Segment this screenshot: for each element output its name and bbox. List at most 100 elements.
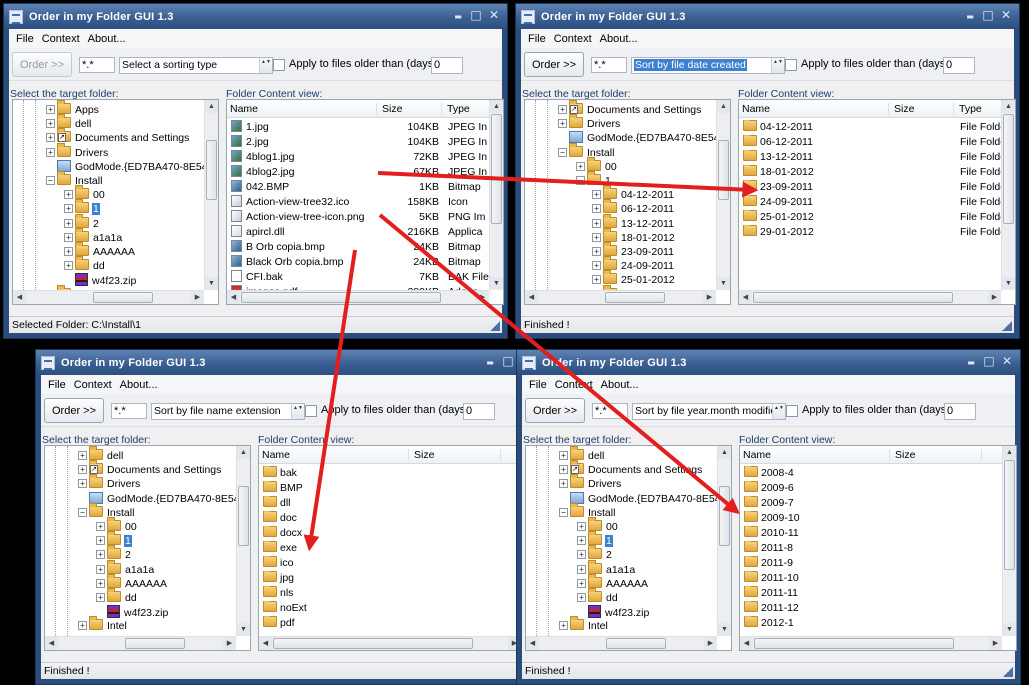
dropdown-arrow-icon[interactable]: ▲▼ (291, 404, 304, 419)
title-bar[interactable]: Order in my Folder GUI 1.3 ▬ □ ✕ (4, 4, 507, 29)
resize-grip-icon[interactable] (1002, 321, 1012, 331)
list-horizontal-scrollbar[interactable]: ◀ ▶ (739, 290, 1001, 304)
expand-icon[interactable]: + (559, 621, 568, 631)
list-item[interactable]: nls (259, 586, 535, 601)
expand-icon[interactable]: + (558, 119, 567, 129)
expand-icon[interactable]: + (559, 451, 568, 460)
expand-icon[interactable]: + (64, 261, 73, 271)
menu-file[interactable]: File (524, 33, 550, 45)
order-button[interactable]: Order >> (44, 398, 104, 423)
menu-about[interactable]: About... (116, 379, 162, 391)
tree-item[interactable]: w4f23.zip (107, 605, 169, 619)
list-vertical-scrollbar[interactable]: ▲▼ (489, 100, 503, 290)
scroll-left-arrow-icon[interactable]: ◀ (526, 637, 539, 650)
scroll-thumb[interactable] (605, 292, 665, 303)
close-icon[interactable]: ✕ (487, 8, 501, 22)
days-input[interactable]: 0 (463, 403, 495, 420)
expand-icon[interactable]: + (592, 232, 601, 242)
expand-icon[interactable]: + (46, 105, 55, 114)
folder-tree[interactable]: dell + Documents and Settings + Drivers + GodM… (525, 445, 732, 651)
list-item[interactable]: 2011-12 (740, 601, 1016, 616)
list-item[interactable]: noExt (259, 601, 535, 616)
dropdown-arrow-icon[interactable]: ▲▼ (259, 58, 272, 73)
list-horizontal-scrollbar[interactable]: ◀ ▶ (227, 290, 489, 304)
dropdown-arrow-icon[interactable]: ▲▼ (772, 404, 785, 419)
menu-about[interactable]: About... (597, 379, 643, 391)
scroll-up-arrow-icon[interactable]: ▲ (1003, 446, 1016, 459)
tree-item[interactable]: Intel (89, 616, 128, 633)
maximize-icon[interactable]: □ (982, 354, 996, 368)
list-item[interactable]: 2008-4 (740, 466, 1016, 481)
folder-content-list[interactable]: NameSizeType04-12-2011File Folder06-12-2… (738, 99, 1016, 305)
expand-icon[interactable]: + (96, 564, 105, 574)
scroll-down-arrow-icon[interactable]: ▼ (205, 277, 218, 290)
list-item[interactable]: pdf (259, 616, 535, 631)
list-item[interactable]: bak (259, 466, 535, 481)
tree-item[interactable]: GodMode.{ED7BA470-8E54 (570, 491, 722, 506)
scroll-thumb[interactable] (754, 638, 954, 649)
list-item[interactable]: 2009-6 (740, 481, 1016, 496)
list-vertical-scrollbar[interactable]: ▲▼ (1002, 446, 1016, 636)
expand-icon[interactable]: + (577, 564, 586, 574)
sort-type-select[interactable]: Sort by file year.month modified ▲▼ (632, 403, 786, 420)
menu-context[interactable]: Context (550, 33, 596, 45)
list-item[interactable]: 2011-10 (740, 571, 1016, 586)
tree-item[interactable]: dd (75, 256, 106, 273)
list-item[interactable]: 2011-9 (740, 556, 1016, 571)
collapse-icon[interactable]: − (576, 176, 585, 185)
scroll-thumb[interactable] (606, 638, 666, 649)
scroll-down-arrow-icon[interactable]: ▼ (717, 277, 730, 290)
tree-item[interactable]: Documents and Settings (570, 460, 703, 477)
expand-icon[interactable]: + (46, 147, 55, 157)
collapse-icon[interactable]: − (78, 507, 87, 517)
column-header-size[interactable]: Size (379, 103, 442, 115)
list-item[interactable]: 25-01-2012 File Folder (739, 210, 1015, 225)
column-header-size[interactable]: Size (411, 449, 501, 461)
tree-item[interactable]: Drivers (57, 142, 109, 160)
expand-icon[interactable]: + (64, 218, 73, 228)
tree-item[interactable]: 18-01-2012 (603, 227, 676, 245)
tree-item[interactable]: w4f23.zip (75, 273, 137, 287)
expand-icon[interactable]: + (592, 190, 601, 200)
tree-item[interactable]: Documents and Settings (57, 128, 190, 145)
minimize-icon[interactable]: ▬ (963, 8, 977, 22)
list-item[interactable]: 06-12-2011 File Folder (739, 135, 1015, 150)
list-item[interactable]: 2012-1 (740, 616, 1016, 631)
list-item[interactable]: Action-view-tree-icon.png 5KB PNG Im (227, 210, 503, 225)
apply-older-checkbox[interactable] (305, 405, 317, 417)
list-item[interactable]: jpg (259, 571, 535, 586)
menu-file[interactable]: File (44, 379, 70, 391)
column-header-size[interactable]: Size (891, 103, 954, 115)
column-header-name[interactable]: Name (740, 449, 890, 461)
tree-horizontal-scrollbar[interactable]: ◀ ▶ (526, 636, 717, 650)
expand-icon[interactable]: + (577, 593, 586, 602)
list-item[interactable]: 2.jpg 104KB JPEG In (227, 135, 503, 150)
folder-content-list[interactable]: Name Size Type 1.jpg 104KB JPEG In 2.jpg 104KB J… (226, 99, 504, 305)
scroll-right-arrow-icon[interactable]: ▶ (989, 637, 1002, 650)
expand-icon[interactable]: + (78, 621, 87, 631)
tree-item[interactable]: 23-09-2011 (603, 242, 675, 259)
maximize-icon[interactable]: □ (981, 8, 995, 22)
expand-icon[interactable]: + (78, 465, 87, 475)
scroll-thumb[interactable] (718, 140, 729, 200)
tree-item[interactable]: Drivers (570, 474, 622, 491)
tree-item[interactable]: AAAAAA (107, 573, 168, 591)
list-item[interactable]: 04-12-2011 File Folder (739, 120, 1015, 135)
scroll-thumb[interactable] (1004, 460, 1015, 570)
list-item[interactable]: 13-12-2011 File Folder (739, 150, 1015, 165)
sort-type-select[interactable]: Select a sorting type ▲▼ (119, 57, 273, 74)
tree-horizontal-scrollbar[interactable]: ◀ ▶ (525, 290, 716, 304)
folder-tree[interactable]: Apps + dell + Documents and Settings + Drivers… (12, 99, 219, 305)
order-button[interactable]: Order >> (524, 52, 584, 77)
scroll-thumb[interactable] (719, 486, 730, 546)
expand-icon[interactable]: + (46, 133, 55, 143)
resize-grip-icon[interactable] (490, 321, 500, 331)
list-item[interactable]: 2009-10 (740, 511, 1016, 526)
tree-item[interactable]: GodMode.{ED7BA470-8E54 (57, 159, 209, 174)
tree-item[interactable]: Intel (570, 616, 609, 633)
tree-item[interactable]: 24-09-2011 (603, 256, 675, 273)
list-item[interactable]: 2010-11 (740, 526, 1016, 541)
menu-file[interactable]: File (12, 33, 38, 45)
list-item[interactable]: Black Orb copia.bmp 24KB Bitmap (227, 255, 503, 270)
expand-icon[interactable]: + (577, 578, 586, 588)
